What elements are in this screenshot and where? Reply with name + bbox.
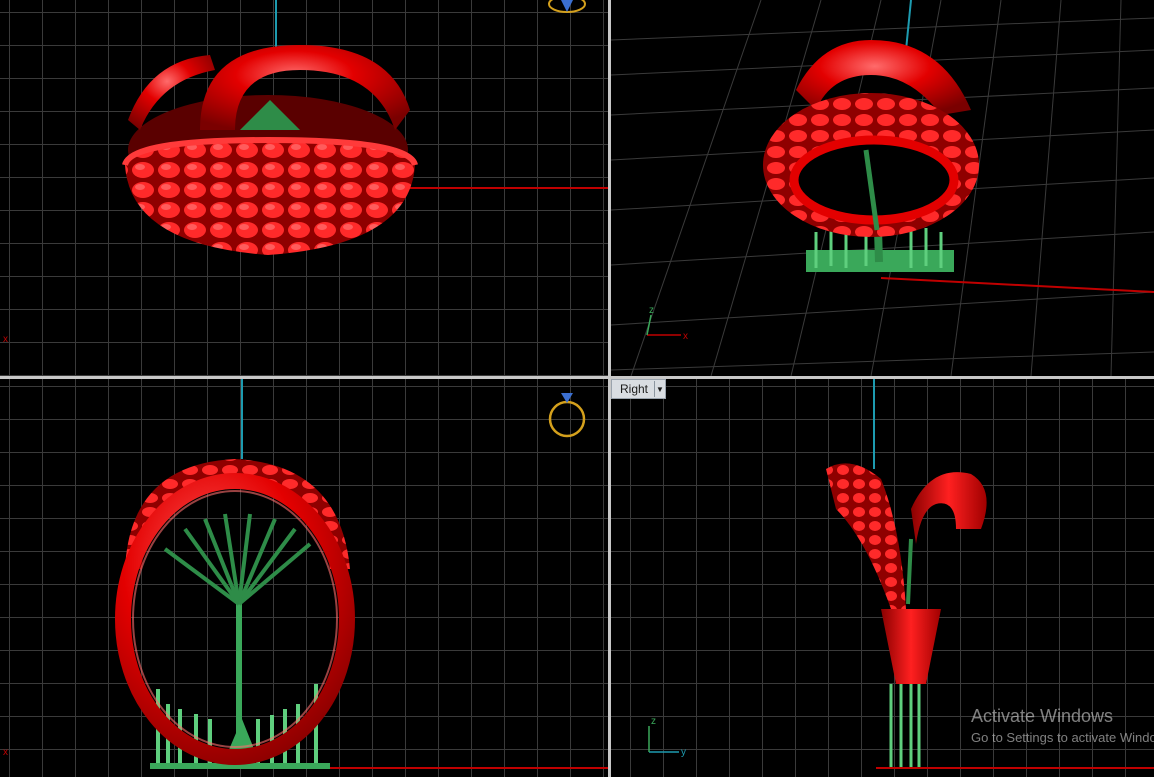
front-view-scene: x (3, 379, 608, 769)
x-axis-marker: x (3, 334, 8, 345)
gumball-icon (548, 393, 586, 438)
activate-windows-subtitle: Go to Settings to activate Windows. (971, 730, 1154, 745)
gumball-icon (548, 0, 586, 13)
axis-gizmo: y z (648, 716, 686, 758)
z-axis-marker: z (651, 716, 656, 727)
perspective-view-scene: x z (611, 0, 1154, 376)
axis-gizmo: x z (646, 305, 688, 342)
ring-model (122, 45, 418, 255)
x-axis-marker: x (3, 747, 8, 758)
activate-windows-title: Activate Windows (971, 706, 1114, 726)
top-viewport[interactable]: x (0, 0, 608, 376)
right-viewport[interactable]: Right ▼ y z Activate Windows Go to Setti… (611, 379, 1154, 777)
ring-model (826, 463, 987, 767)
viewport-name-label: Right (620, 382, 649, 396)
ring-model (763, 40, 979, 272)
ring-model (115, 459, 355, 769)
z-axis-marker: z (649, 305, 654, 316)
top-view-scene: x (3, 0, 608, 345)
x-axis-marker: x (683, 331, 688, 342)
perspective-viewport[interactable]: x z (611, 0, 1154, 376)
chevron-down-icon[interactable]: ▼ (654, 381, 665, 397)
y-axis-marker: y (681, 747, 686, 758)
front-viewport[interactable]: x (0, 379, 608, 777)
viewport-name-tab[interactable]: Right ▼ (611, 379, 667, 399)
